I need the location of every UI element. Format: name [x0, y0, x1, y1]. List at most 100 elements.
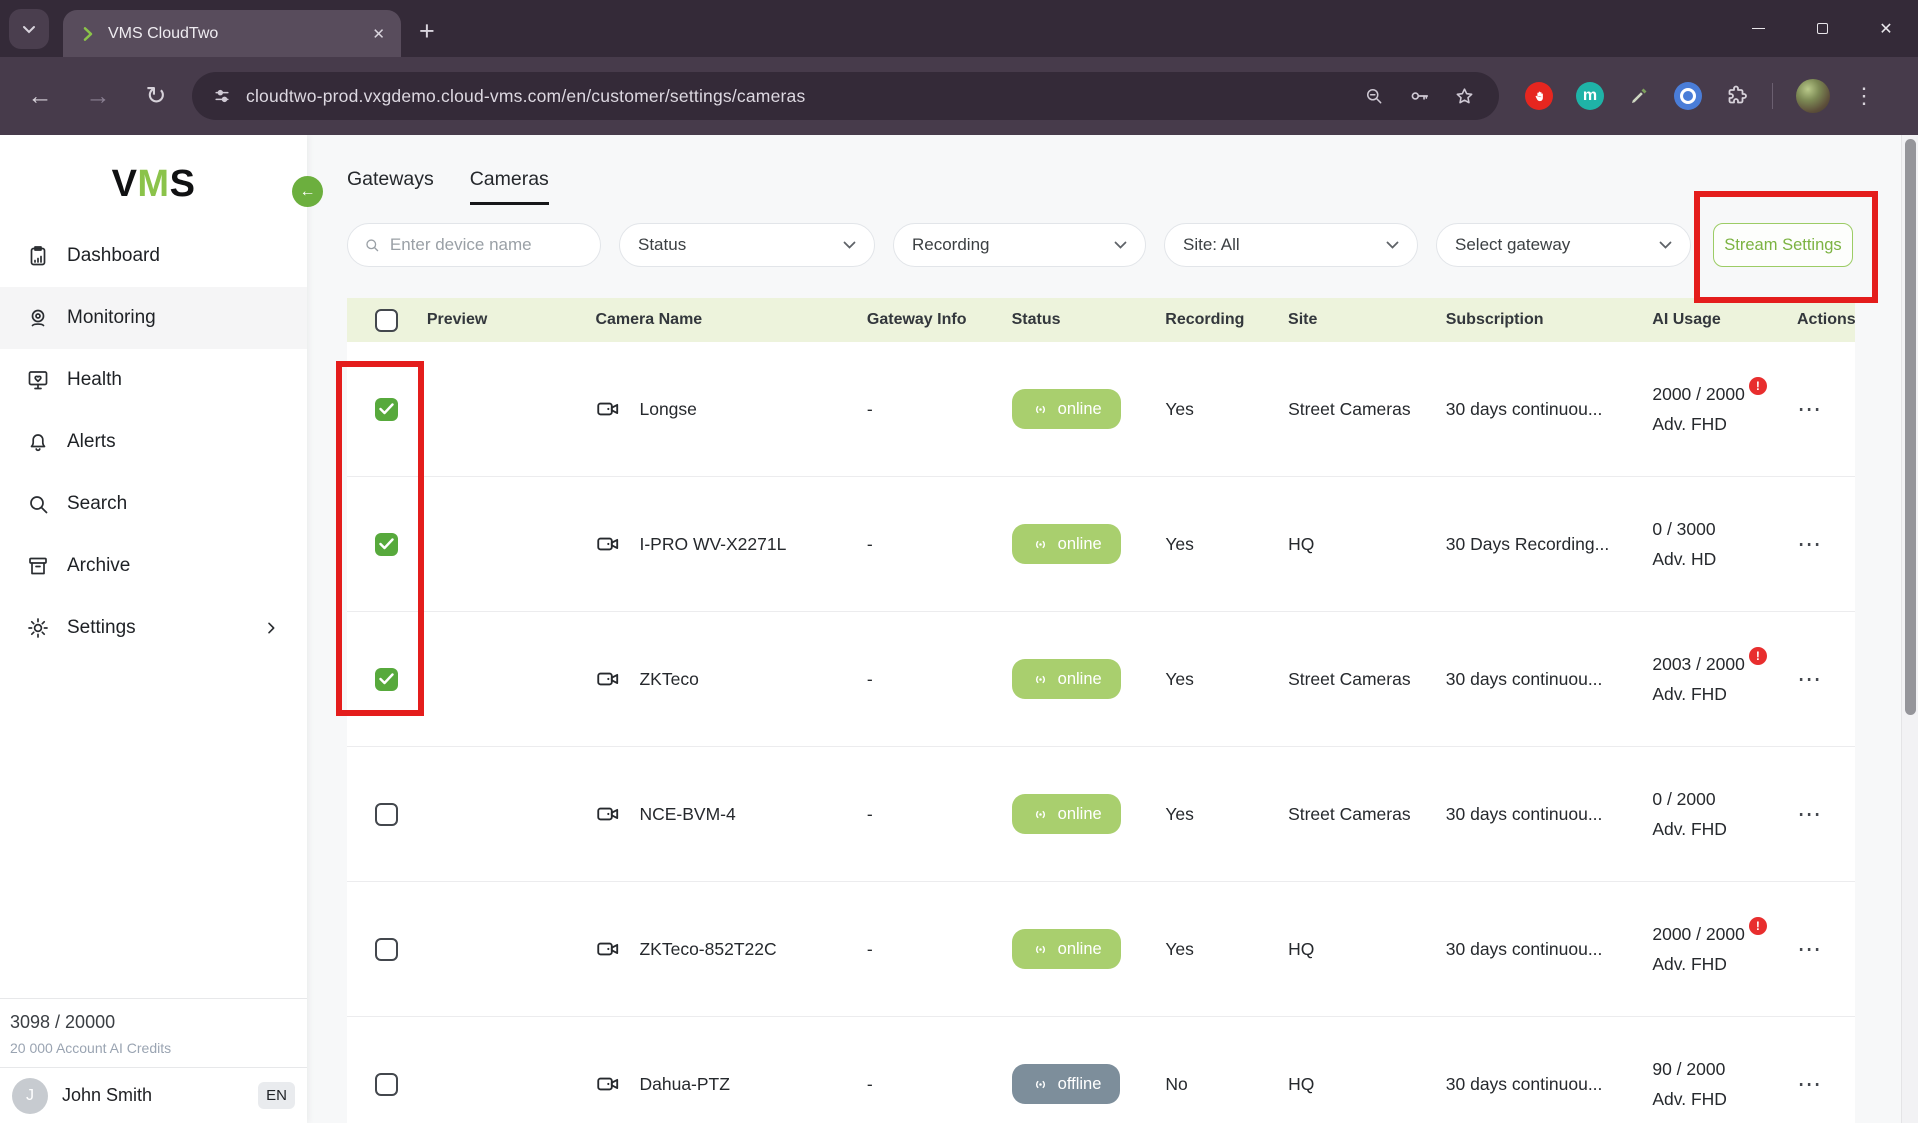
- page-scrollbar[interactable]: [1901, 135, 1918, 1123]
- status-badge: online: [1012, 929, 1121, 969]
- address-bar[interactable]: cloudtwo-prod.vxgdemo.cloud-vms.com/en/c…: [192, 72, 1499, 120]
- ai-usage-value: 90 / 2000: [1652, 1059, 1725, 1080]
- browser-menu-icon[interactable]: ⋮: [1853, 83, 1875, 109]
- sidebar-item-label: Monitoring: [67, 307, 156, 329]
- user-row[interactable]: J John Smith EN: [0, 1067, 307, 1123]
- sidebar-collapse-button[interactable]: ←: [292, 176, 323, 207]
- minimize-button[interactable]: [1726, 0, 1790, 57]
- subscription-value: 30 Days Recording...: [1428, 534, 1636, 555]
- row-actions-button[interactable]: ⋯: [1797, 666, 1821, 693]
- content-blocker-extension-icon[interactable]: [1525, 82, 1553, 110]
- password-key-icon[interactable]: [1408, 85, 1430, 107]
- gateway-filter-dropdown[interactable]: Select gateway: [1436, 223, 1691, 267]
- gateway-info-value: -: [859, 399, 997, 420]
- ai-credits-label: 20 000 Account AI Credits: [10, 1040, 297, 1056]
- site-favicon: [79, 25, 97, 43]
- status-text: online: [1058, 670, 1102, 689]
- status-filter-label: Status: [638, 235, 686, 255]
- password-manager-extension-icon[interactable]: [1674, 82, 1702, 110]
- subscription-value: 30 days continuou...: [1428, 1074, 1636, 1095]
- col-status: Status: [997, 311, 1157, 329]
- sidebar-item-settings[interactable]: Settings: [0, 597, 307, 659]
- video-camera-icon: [595, 396, 621, 422]
- col-gateway-info: Gateway Info: [859, 311, 997, 329]
- status-badge: online: [1012, 794, 1121, 834]
- sidebar-item-monitoring[interactable]: Monitoring: [0, 287, 307, 349]
- close-window-button[interactable]: ✕: [1854, 0, 1918, 57]
- row-actions-button[interactable]: ⋯: [1797, 1071, 1821, 1098]
- color-picker-extension-icon[interactable]: [1627, 84, 1651, 108]
- recording-value: No: [1156, 1074, 1288, 1095]
- back-button[interactable]: ←: [22, 84, 58, 109]
- select-all-checkbox[interactable]: [375, 309, 398, 332]
- extensions-puzzle-icon[interactable]: [1725, 84, 1749, 108]
- sidebar-footer: 3098 / 20000 20 000 Account AI Credits J…: [0, 998, 307, 1123]
- ai-usage-value: 0 / 2000: [1652, 789, 1715, 810]
- gear-icon: [26, 616, 50, 640]
- site-value: Street Cameras: [1288, 669, 1428, 690]
- zoom-icon[interactable]: [1364, 86, 1384, 106]
- sidebar-item-label: Search: [67, 493, 127, 515]
- chevron-right-icon: [259, 620, 283, 636]
- tab-search-button[interactable]: [9, 9, 49, 49]
- forward-button[interactable]: →: [80, 84, 116, 109]
- browser-profile-avatar[interactable]: [1796, 79, 1830, 113]
- sidebar-item-dashboard[interactable]: Dashboard: [0, 225, 307, 287]
- reload-button[interactable]: ↻: [138, 84, 174, 109]
- row-actions-button[interactable]: ⋯: [1797, 936, 1821, 963]
- status-filter-dropdown[interactable]: Status: [619, 223, 875, 267]
- tab-cameras[interactable]: Cameras: [470, 168, 549, 205]
- sidebar-item-label: Health: [67, 369, 122, 391]
- row-actions-button[interactable]: ⋯: [1797, 531, 1821, 558]
- table-row: ZKTeco - online Yes Street Cameras 30 da…: [347, 612, 1855, 747]
- recording-filter-dropdown[interactable]: Recording: [893, 223, 1146, 267]
- m-extension-icon[interactable]: m: [1576, 82, 1604, 110]
- col-ai-usage: AI Usage: [1635, 311, 1785, 329]
- row-actions-button[interactable]: ⋯: [1797, 801, 1821, 828]
- row-checkbox[interactable]: [375, 803, 398, 826]
- device-search-input[interactable]: [390, 235, 584, 255]
- bookmark-star-icon[interactable]: [1454, 86, 1475, 107]
- site-filter-dropdown[interactable]: Site: All: [1164, 223, 1418, 267]
- sidebar-item-search[interactable]: Search: [0, 473, 307, 535]
- ai-usage-value: 2003 / 2000: [1652, 654, 1744, 675]
- sidebar-item-archive[interactable]: Archive: [0, 535, 307, 597]
- site-value: HQ: [1288, 1074, 1428, 1095]
- tab-close-icon[interactable]: ✕: [372, 25, 385, 43]
- browser-tab-strip: VMS CloudTwo ✕ + ✕: [0, 0, 1918, 57]
- scrollbar-thumb[interactable]: [1905, 139, 1916, 715]
- toolbar-divider: [1772, 83, 1773, 109]
- site-settings-icon[interactable]: [212, 86, 232, 106]
- sidebar-item-health[interactable]: Health: [0, 349, 307, 411]
- sidebar-item-alerts[interactable]: Alerts: [0, 411, 307, 473]
- row-checkbox[interactable]: [375, 1073, 398, 1096]
- maximize-button[interactable]: [1790, 0, 1854, 57]
- ai-usage-value: 2000 / 2000: [1652, 384, 1744, 405]
- table-header: Preview Camera Name Gateway Info Status …: [347, 298, 1855, 342]
- ai-plan-value: Adv. FHD: [1652, 954, 1785, 975]
- col-subscription: Subscription: [1428, 311, 1636, 329]
- signal-icon: [1031, 670, 1050, 689]
- chevron-down-icon: [843, 241, 856, 250]
- recording-value: Yes: [1156, 399, 1288, 420]
- camera-name: ZKTeco-852T22C: [639, 939, 776, 960]
- col-recording: Recording: [1156, 311, 1288, 329]
- row-actions-button[interactable]: ⋯: [1797, 396, 1821, 423]
- browser-tab-active[interactable]: VMS CloudTwo ✕: [63, 10, 401, 57]
- video-camera-icon: [595, 801, 621, 827]
- magnifier-icon: [26, 492, 50, 516]
- browser-window: VMS CloudTwo ✕ + ✕ ← → ↻ cloudtwo-prod.v…: [0, 0, 1918, 1123]
- device-search-field[interactable]: [347, 223, 601, 267]
- camera-name: Longse: [639, 399, 696, 420]
- row-checkbox[interactable]: [375, 938, 398, 961]
- ai-plan-value: Adv. FHD: [1652, 1089, 1785, 1110]
- status-badge: online: [1012, 524, 1121, 564]
- sidebar-item-label: Alerts: [67, 431, 116, 453]
- ai-plan-value: Adv. FHD: [1652, 819, 1785, 840]
- ai-limit-alert-badge: !: [1749, 647, 1767, 665]
- new-tab-button[interactable]: +: [419, 18, 435, 45]
- language-badge[interactable]: EN: [258, 1082, 295, 1109]
- gateway-info-value: -: [859, 534, 997, 555]
- ai-limit-alert-badge: !: [1749, 917, 1767, 935]
- tab-gateways[interactable]: Gateways: [347, 168, 434, 205]
